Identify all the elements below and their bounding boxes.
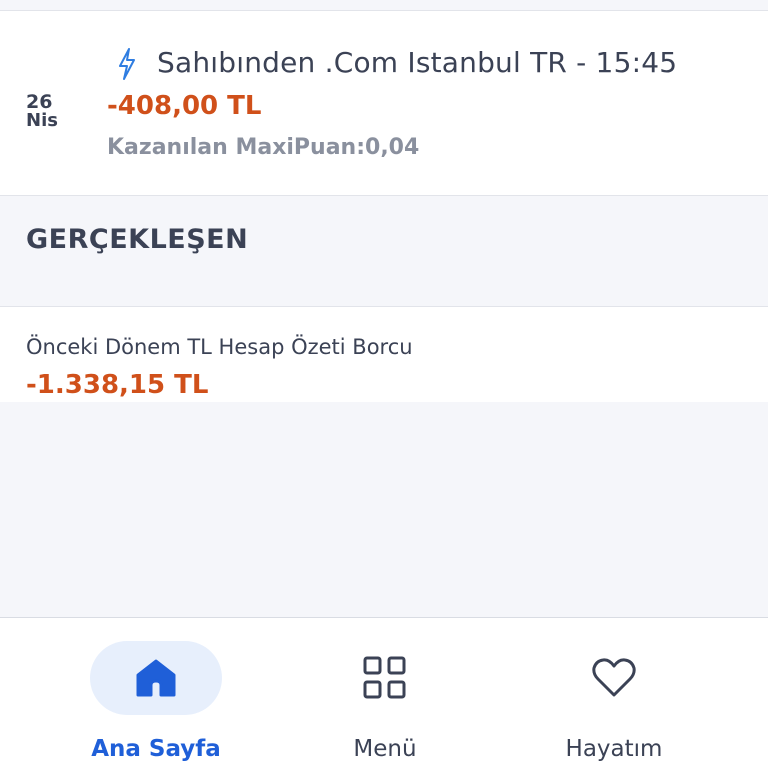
transaction-date: 26 Nis [26, 93, 66, 130]
home-icon-pill [90, 641, 222, 715]
section-header: GERÇEKLEŞEN [0, 196, 768, 307]
bottom-nav: Ana Sayfa Menü Hayatım [0, 617, 768, 769]
nav-label-hayatim: Hayatım [565, 736, 663, 762]
home-icon [136, 659, 176, 697]
heart-icon [592, 658, 636, 697]
grid-icon [363, 656, 406, 699]
nav-item-hayatim[interactable]: Hayatım [514, 618, 714, 769]
nav-item-menu[interactable]: Menü [285, 618, 485, 769]
transaction-month: Nis [26, 110, 58, 131]
transaction-merchant: Sahıbınden .Com Istanbul TR - 15:45 [157, 46, 678, 79]
statement-label: Önceki Dönem TL Hesap Özeti Borcu [26, 335, 413, 359]
nav-item-home[interactable]: Ana Sayfa [56, 618, 256, 769]
statement-amount: -1.338,15 TL [26, 370, 209, 400]
nav-label-home: Ana Sayfa [91, 736, 221, 762]
nav-label-menu: Menü [353, 736, 417, 762]
transaction-item[interactable]: 26 Nis Sahıbınden .Com Istanbul TR - 15:… [0, 11, 768, 196]
transaction-amount: -408,00 TL [107, 91, 262, 121]
section-title: GERÇEKLEŞEN [26, 224, 249, 255]
statement-item[interactable]: Önceki Dönem TL Hesap Özeti Borcu -1.338… [0, 307, 768, 402]
top-divider [0, 0, 768, 11]
grid-icon-wrap [319, 641, 451, 715]
lightning-icon [119, 48, 135, 80]
heart-icon-wrap [548, 641, 680, 715]
transaction-points: Kazanılan MaxiPuan:0,04 [107, 135, 420, 160]
